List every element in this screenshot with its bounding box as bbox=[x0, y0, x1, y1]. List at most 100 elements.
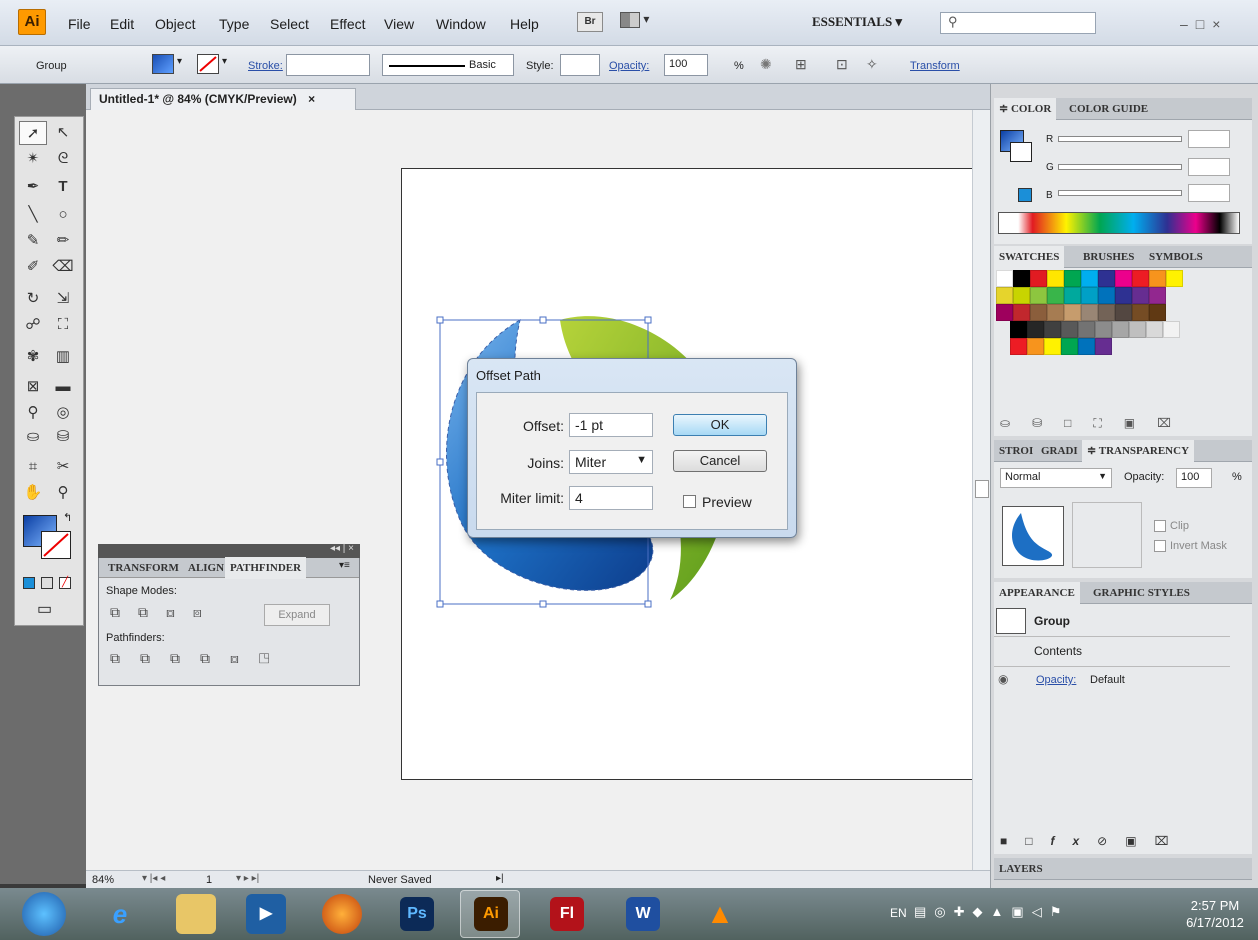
invert-mask-checkbox[interactable] bbox=[1154, 540, 1166, 552]
tab-color[interactable]: ≑ COLOR bbox=[994, 98, 1057, 120]
swatch[interactable] bbox=[1166, 270, 1183, 287]
minus-back-icon[interactable]: ◳ bbox=[259, 650, 290, 666]
vertical-scrollbar[interactable] bbox=[972, 110, 990, 870]
swatch[interactable] bbox=[1064, 287, 1081, 304]
swatch[interactable] bbox=[1081, 287, 1098, 304]
menu-select[interactable]: Select bbox=[270, 16, 309, 32]
volume-icon[interactable]: ◁ bbox=[1032, 904, 1050, 919]
bounding-handle[interactable] bbox=[644, 600, 652, 608]
artboard-nav-icon[interactable]: ▾ ▸ ▸| bbox=[236, 873, 259, 884]
none-mode-icon[interactable]: ╱ bbox=[59, 577, 71, 589]
workspace-switcher[interactable]: ESSENTIALS ▾ bbox=[812, 14, 902, 30]
direct-selection-tool-icon[interactable]: ↖ bbox=[49, 121, 77, 145]
rotate-tool-icon[interactable]: ↻ bbox=[19, 287, 47, 311]
word-icon[interactable]: W bbox=[626, 897, 660, 931]
maximize-icon[interactable]: □ bbox=[1196, 16, 1212, 32]
divide-icon[interactable]: ⧉ bbox=[110, 650, 140, 666]
bounding-handle[interactable] bbox=[436, 316, 444, 324]
swatch[interactable] bbox=[1030, 287, 1047, 304]
menu-window[interactable]: Window bbox=[436, 16, 486, 32]
opacity-input[interactable]: 100 bbox=[664, 54, 708, 76]
graph-tool-icon[interactable]: ▥ bbox=[49, 345, 77, 369]
miter-limit-input[interactable]: 4 bbox=[569, 486, 653, 510]
ok-button[interactable]: OK bbox=[673, 414, 767, 436]
illustrator-icon[interactable]: Ai bbox=[474, 897, 508, 931]
bounding-handle[interactable] bbox=[644, 316, 652, 324]
swatch[interactable] bbox=[1047, 287, 1064, 304]
appearance-contents-row[interactable]: Contents bbox=[1034, 644, 1082, 658]
magic-wand-tool-icon[interactable]: ✴ bbox=[19, 147, 47, 171]
swatch[interactable] bbox=[1013, 270, 1030, 287]
swatch-library-icon[interactable]: ⛀ bbox=[1000, 416, 1032, 430]
add-effect-icon[interactable]: fx bbox=[1051, 834, 1098, 848]
swatch[interactable] bbox=[1149, 304, 1166, 321]
mesh-tool-icon[interactable]: ⊠ bbox=[19, 375, 47, 399]
add-stroke-icon[interactable]: ■ bbox=[1000, 834, 1025, 848]
gradient-tool-icon[interactable]: ▬ bbox=[49, 375, 77, 399]
swatch[interactable] bbox=[1095, 321, 1112, 338]
pen-tool-icon[interactable]: ✒ bbox=[19, 175, 47, 199]
selection-tool-icon[interactable]: ➚ bbox=[19, 121, 47, 145]
transform-link[interactable]: Transform bbox=[910, 60, 960, 72]
color-mode-icon[interactable] bbox=[23, 577, 35, 589]
delete-icon[interactable]: ⌧ bbox=[1157, 416, 1193, 430]
stroke-swatch[interactable] bbox=[197, 54, 219, 74]
internet-explorer-icon[interactable]: e bbox=[100, 894, 140, 934]
last-color-swatch[interactable] bbox=[1018, 188, 1032, 202]
scale-tool-icon[interactable]: ⇲ bbox=[49, 287, 77, 311]
delete-icon[interactable]: ⌧ bbox=[1155, 834, 1187, 848]
swatch[interactable] bbox=[1149, 270, 1166, 287]
channel-b-input[interactable] bbox=[1188, 184, 1230, 202]
flash-icon[interactable]: Fl bbox=[550, 897, 584, 931]
align-icon[interactable]: ⊞ bbox=[795, 56, 807, 73]
swatch[interactable] bbox=[1061, 321, 1078, 338]
swatch[interactable] bbox=[1030, 304, 1047, 321]
chevron-down-icon[interactable]: ▾ bbox=[177, 56, 182, 67]
bridge-button[interactable]: Br bbox=[577, 12, 603, 32]
clear-appearance-icon[interactable]: ⊘ bbox=[1097, 834, 1125, 848]
menu-view[interactable]: View bbox=[384, 16, 414, 32]
swatch[interactable] bbox=[1013, 304, 1030, 321]
channel-g-input[interactable] bbox=[1188, 158, 1230, 176]
window-controls[interactable]: –□× bbox=[1180, 16, 1228, 32]
live-paint-selection-tool-icon[interactable]: ⛁ bbox=[49, 425, 77, 449]
screen-mode-icon[interactable]: ▭ bbox=[37, 599, 52, 619]
bounding-handle[interactable] bbox=[436, 600, 444, 608]
transparency-opacity-input[interactable]: 100 bbox=[1176, 468, 1212, 488]
swatch[interactable] bbox=[1078, 338, 1095, 355]
tab-layers[interactable]: LAYERS bbox=[994, 858, 1048, 880]
close-icon[interactable]: × bbox=[1212, 16, 1228, 32]
tab-brushes[interactable]: BRUSHES bbox=[1078, 246, 1139, 268]
menu-type[interactable]: Type bbox=[219, 16, 249, 32]
network-icon[interactable]: ◆ bbox=[973, 904, 991, 919]
swatch[interactable] bbox=[1013, 287, 1030, 304]
opacity-mask-slot[interactable] bbox=[1072, 502, 1142, 568]
preview-checkbox[interactable] bbox=[683, 495, 696, 508]
menu-effect[interactable]: Effect bbox=[330, 16, 366, 32]
taskbar-clock[interactable]: 2:57 PM 6/17/2012 bbox=[1180, 897, 1250, 931]
brush-definition[interactable]: Basic bbox=[382, 54, 514, 76]
tab-graphic-styles[interactable]: GRAPHIC STYLES bbox=[1088, 582, 1195, 604]
swatch[interactable] bbox=[1044, 321, 1061, 338]
clip-checkbox[interactable] bbox=[1154, 520, 1166, 532]
swatch[interactable] bbox=[1081, 304, 1098, 321]
warp-tool-icon[interactable]: ☍ bbox=[19, 313, 47, 337]
visibility-eye-icon[interactable]: ◉ bbox=[998, 672, 1008, 686]
swatch[interactable] bbox=[1027, 321, 1044, 338]
channel-g-slider[interactable] bbox=[1058, 164, 1182, 170]
swatch[interactable] bbox=[1098, 304, 1115, 321]
file-explorer-icon[interactable] bbox=[176, 894, 216, 934]
chevron-down-icon[interactable]: ▾ bbox=[222, 56, 227, 67]
search-input[interactable] bbox=[940, 12, 1096, 34]
panel-header[interactable]: ◂◂ | × bbox=[98, 543, 360, 558]
swatch[interactable] bbox=[1163, 321, 1180, 338]
joins-select[interactable]: Miter ▼ bbox=[569, 450, 653, 474]
tab-stroke[interactable]: STROI bbox=[994, 440, 1038, 462]
trim-icon[interactable]: ⧉ bbox=[140, 650, 170, 666]
unite-icon[interactable]: ⧉ bbox=[110, 604, 138, 620]
blob-brush-tool-icon[interactable]: ✐ bbox=[19, 255, 47, 279]
menu-edit[interactable]: Edit bbox=[110, 16, 134, 32]
live-paint-tool-icon[interactable]: ⛀ bbox=[19, 425, 47, 449]
add-fill-icon[interactable]: □ bbox=[1025, 834, 1050, 848]
vlc-icon[interactable]: ▲ bbox=[700, 894, 740, 934]
